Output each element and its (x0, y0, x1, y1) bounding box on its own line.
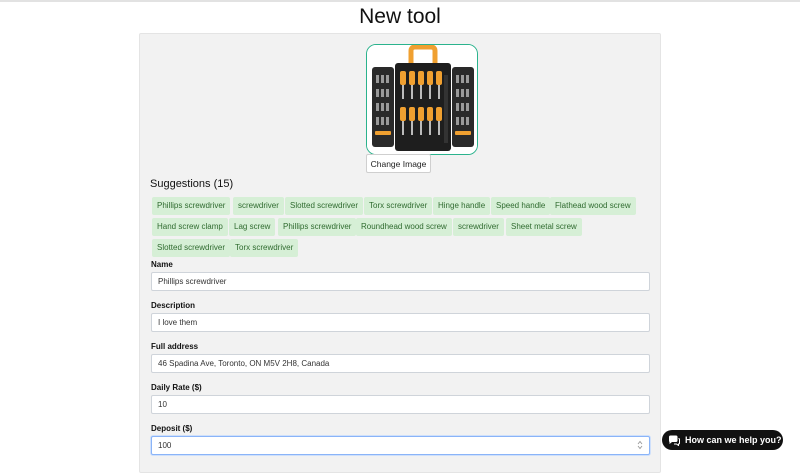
help-chat-label: How can we help you? (685, 435, 782, 445)
suggestion-chip[interactable]: Flathead wood screw (550, 197, 636, 215)
name-field[interactable] (151, 272, 650, 291)
suggestion-chip[interactable]: Lag screw (229, 218, 276, 236)
address-field[interactable] (151, 354, 650, 373)
top-divider (0, 0, 800, 2)
daily-rate-field[interactable] (151, 395, 650, 414)
suggestion-chip[interactable]: Hand screw clamp (152, 218, 228, 236)
suggestion-chip[interactable]: screwdriver (233, 197, 284, 215)
help-chat-button[interactable]: How can we help you? (662, 430, 783, 450)
suggestion-chip[interactable]: Slotted screwdriver (285, 197, 364, 215)
stepper-arrows-icon[interactable] (637, 440, 643, 450)
suggestion-chip[interactable]: Torx screwdriver (230, 239, 299, 257)
deposit-field[interactable] (151, 436, 650, 455)
chat-bubble-icon (669, 435, 680, 446)
daily-rate-label: Daily Rate ($) (151, 383, 202, 392)
screwdriver-set-image (367, 45, 477, 154)
address-label: Full address (151, 342, 199, 351)
page-title: New tool (359, 5, 441, 28)
suggestion-chip[interactable]: Sheet metal screw (506, 218, 582, 236)
suggestion-chip[interactable]: Speed handle (491, 197, 551, 215)
suggestion-chip[interactable]: Phillips screwdriver (152, 197, 231, 215)
description-label: Description (151, 301, 196, 310)
deposit-label: Deposit ($) (151, 424, 193, 433)
name-label: Name (151, 260, 173, 269)
suggestion-chip[interactable]: Torx screwdriver (364, 197, 433, 215)
suggestion-chip[interactable]: Roundhead wood screw (356, 218, 452, 236)
change-image-button[interactable]: Change Image (366, 154, 431, 173)
suggestion-chip[interactable]: Hinge handle (433, 197, 491, 215)
suggestion-chip[interactable]: screwdriver (453, 218, 504, 236)
tool-image (366, 44, 478, 155)
description-field[interactable] (151, 313, 650, 332)
deposit-field-wrapper (151, 436, 650, 455)
tool-form-panel: Change Image Suggestions (15) Phillips s… (139, 33, 661, 473)
suggestion-chip[interactable]: Slotted screwdriver (152, 239, 231, 257)
suggestions-title: Suggestions (15) (150, 178, 234, 190)
suggestion-chip[interactable]: Phillips screwdriver (278, 218, 357, 236)
